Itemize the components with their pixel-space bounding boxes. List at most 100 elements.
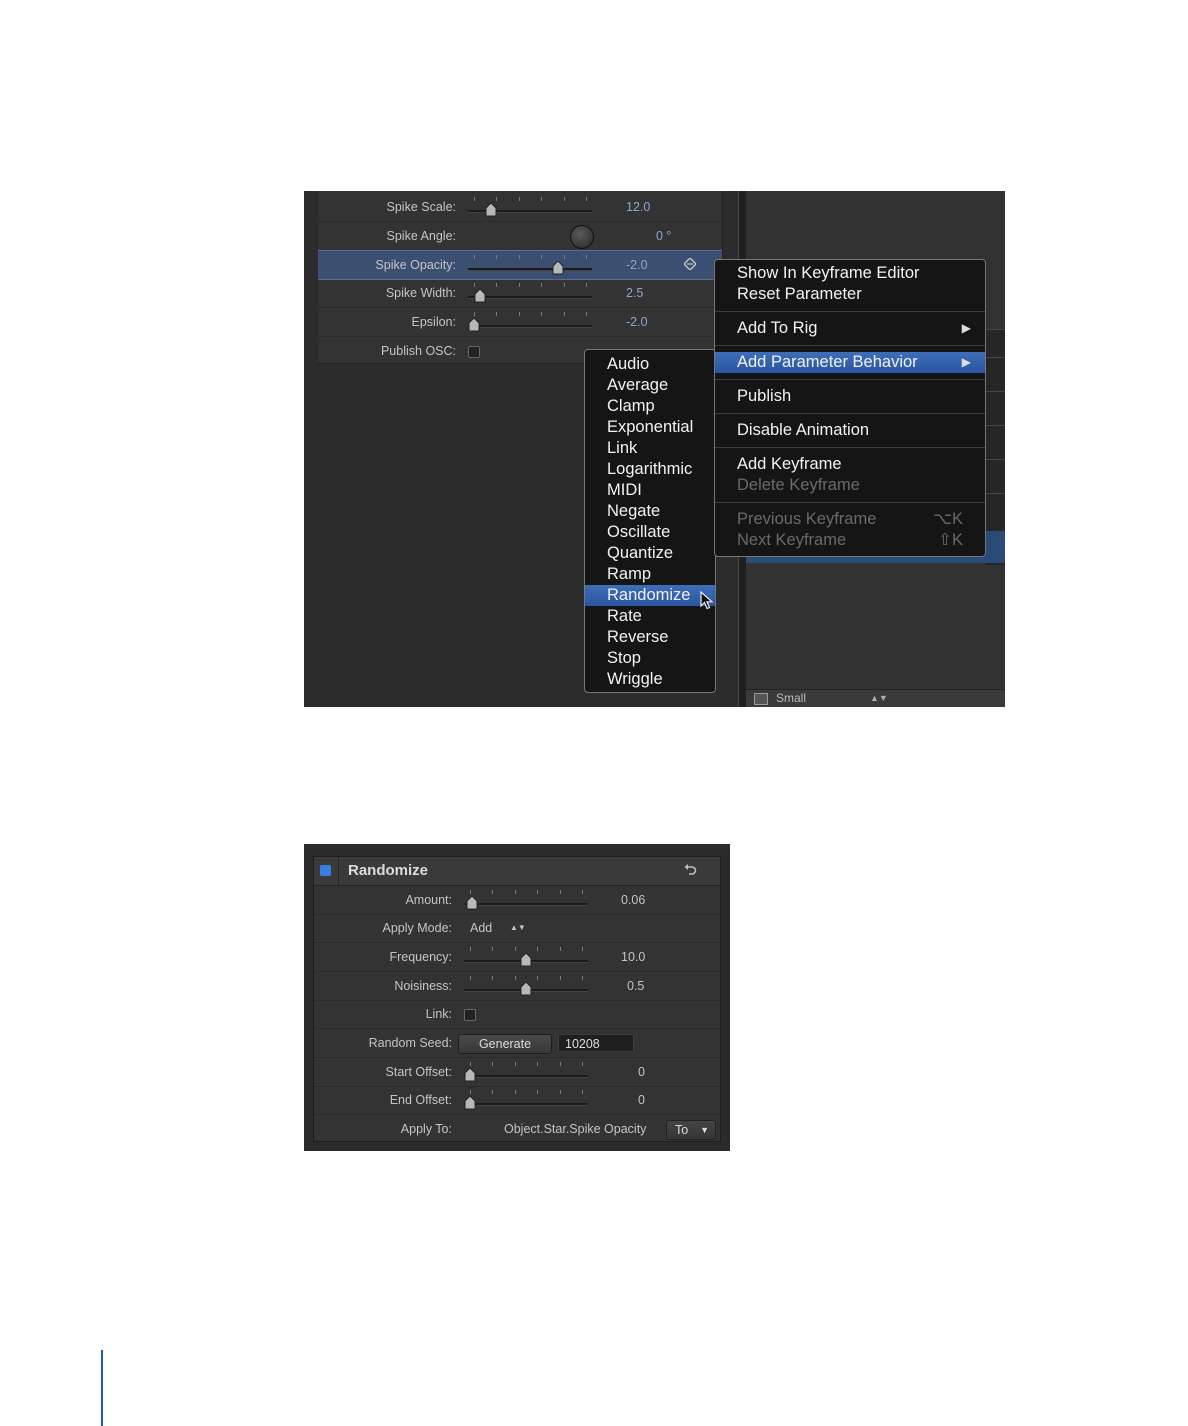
size-popup-label[interactable]: Small bbox=[776, 690, 806, 707]
slider-tick bbox=[496, 255, 498, 259]
menu-item-reverse[interactable]: Reverse bbox=[585, 627, 715, 648]
param-row-start-offset: Start Offset: 0 bbox=[314, 1058, 720, 1087]
menu-item-add-to-rig[interactable]: Add To Rig ▶ bbox=[715, 318, 985, 339]
publish-osc-checkbox[interactable] bbox=[468, 346, 480, 358]
slider-thumb[interactable] bbox=[552, 261, 564, 275]
submenu-arrow-icon: ▶ bbox=[961, 321, 971, 335]
noisiness-slider[interactable] bbox=[464, 972, 588, 1000]
param-label: Start Offset: bbox=[385, 1065, 452, 1079]
slider-tick bbox=[496, 283, 498, 287]
slider-tick bbox=[537, 1090, 539, 1094]
slider-thumb[interactable] bbox=[474, 289, 486, 303]
end-offset-slider[interactable] bbox=[464, 1086, 588, 1114]
menu-item-label: Disable Animation bbox=[737, 421, 870, 439]
menu-item-randomize[interactable]: Randomize bbox=[585, 585, 715, 606]
menu-item-add-keyframe[interactable]: Add Keyframe bbox=[715, 454, 985, 475]
param-label: Amount: bbox=[405, 893, 452, 907]
menu-item-ramp[interactable]: Ramp bbox=[585, 564, 715, 585]
menu-item-previous-keyframe: Previous Keyframe ⌥K bbox=[715, 509, 985, 530]
param-row-noisiness: Noisiness: 0.5 bbox=[314, 972, 720, 1001]
slider-track[interactable] bbox=[464, 1075, 588, 1078]
menu-item-publish[interactable]: Publish bbox=[715, 386, 985, 407]
slider-thumb[interactable] bbox=[485, 203, 497, 217]
amount-slider[interactable] bbox=[464, 886, 588, 914]
menu-item-average[interactable]: Average bbox=[585, 375, 715, 396]
slider-track[interactable] bbox=[464, 1103, 588, 1106]
param-value[interactable]: 12.0 bbox=[626, 193, 650, 221]
slider-tick bbox=[563, 283, 565, 287]
param-value[interactable]: 0 ° bbox=[656, 222, 671, 250]
spike-width-slider[interactable] bbox=[468, 279, 592, 307]
slider-tick bbox=[559, 890, 561, 894]
menu-item-show-in-keyframe-editor[interactable]: Show In Keyframe Editor bbox=[715, 263, 985, 284]
popup-arrows-icon[interactable]: ▲▼ bbox=[510, 914, 526, 942]
slider-tick bbox=[537, 890, 539, 894]
thumbnail-size-icon bbox=[754, 693, 768, 705]
slider-tick bbox=[474, 197, 475, 201]
param-value[interactable]: 0.5 bbox=[627, 972, 644, 1000]
apply-mode-popup[interactable]: Add bbox=[470, 914, 492, 942]
param-label: Noisiness: bbox=[394, 979, 452, 993]
slider-tick bbox=[541, 283, 543, 287]
slider-thumb[interactable] bbox=[466, 896, 478, 910]
slider-thumb[interactable] bbox=[464, 1068, 476, 1082]
param-value[interactable]: 0 bbox=[638, 1058, 645, 1086]
param-value[interactable]: 10.0 bbox=[621, 943, 645, 971]
menu-item-negate[interactable]: Negate bbox=[585, 501, 715, 522]
generate-button[interactable]: Generate bbox=[458, 1034, 552, 1054]
param-value[interactable]: 0 bbox=[638, 1086, 645, 1114]
menu-item-clamp[interactable]: Clamp bbox=[585, 396, 715, 417]
slider-tick bbox=[518, 283, 520, 287]
menu-item-quantize[interactable]: Quantize bbox=[585, 543, 715, 564]
popup-arrows-icon[interactable]: ▲▼ bbox=[870, 690, 888, 707]
menu-separator bbox=[715, 502, 985, 503]
behavior-enable-checkbox[interactable] bbox=[320, 865, 331, 876]
keyframe-diamond-icon[interactable] bbox=[684, 258, 696, 270]
start-offset-slider[interactable] bbox=[464, 1058, 588, 1086]
slider-thumb[interactable] bbox=[520, 982, 532, 996]
spike-opacity-slider[interactable] bbox=[468, 251, 592, 279]
apply-to-popup[interactable]: To ▼ bbox=[666, 1120, 716, 1140]
menu-item-midi[interactable]: MIDI bbox=[585, 480, 715, 501]
slider-tick bbox=[518, 197, 520, 201]
slider-tick bbox=[492, 1062, 494, 1066]
randomize-parameters-panel: Randomize Amount: 0.06 Apply Mode: Add ▲… bbox=[313, 856, 721, 1142]
menu-item-wriggle[interactable]: Wriggle bbox=[585, 669, 715, 690]
angle-dial[interactable] bbox=[570, 225, 594, 249]
slider-track[interactable] bbox=[468, 325, 592, 328]
slider-tick bbox=[559, 1090, 561, 1094]
menu-item-oscillate[interactable]: Oscillate bbox=[585, 522, 715, 543]
mouse-cursor-icon bbox=[700, 591, 714, 610]
param-value[interactable]: 2.5 bbox=[626, 279, 643, 307]
random-seed-field[interactable]: 10208 bbox=[558, 1034, 634, 1052]
slider-track[interactable] bbox=[464, 903, 588, 906]
param-value[interactable]: 0.06 bbox=[621, 886, 645, 914]
menu-item-disable-animation[interactable]: Disable Animation bbox=[715, 420, 985, 441]
menu-item-link[interactable]: Link bbox=[585, 438, 715, 459]
param-value[interactable]: -2.0 bbox=[626, 251, 648, 279]
menu-separator bbox=[715, 379, 985, 380]
frequency-slider[interactable] bbox=[464, 943, 588, 971]
epsilon-slider[interactable] bbox=[468, 308, 592, 336]
slider-track[interactable] bbox=[468, 296, 592, 299]
slider-tick bbox=[559, 1062, 561, 1066]
param-row-spike-opacity[interactable]: Spike Opacity: -2.0 bbox=[318, 250, 722, 280]
menu-item-reset-parameter[interactable]: Reset Parameter bbox=[715, 284, 985, 305]
reset-icon[interactable] bbox=[682, 861, 698, 879]
param-label: End Offset: bbox=[389, 1093, 452, 1107]
menu-item-rate[interactable]: Rate bbox=[585, 606, 715, 627]
slider-tick bbox=[582, 1062, 583, 1066]
spike-scale-slider[interactable] bbox=[468, 193, 592, 221]
menu-item-logarithmic[interactable]: Logarithmic bbox=[585, 459, 715, 480]
menu-item-exponential[interactable]: Exponential bbox=[585, 417, 715, 438]
menu-item-label: Add Parameter Behavior bbox=[737, 353, 918, 371]
menu-item-add-parameter-behavior[interactable]: Add Parameter Behavior ▶ bbox=[715, 352, 985, 373]
param-value[interactable]: -2.0 bbox=[626, 308, 648, 336]
link-checkbox[interactable] bbox=[464, 1009, 476, 1021]
slider-track[interactable] bbox=[468, 268, 592, 271]
menu-item-audio[interactable]: Audio bbox=[585, 354, 715, 375]
slider-thumb[interactable] bbox=[464, 1096, 476, 1110]
menu-item-stop[interactable]: Stop bbox=[585, 648, 715, 669]
slider-thumb[interactable] bbox=[468, 318, 480, 332]
slider-thumb[interactable] bbox=[520, 953, 532, 967]
